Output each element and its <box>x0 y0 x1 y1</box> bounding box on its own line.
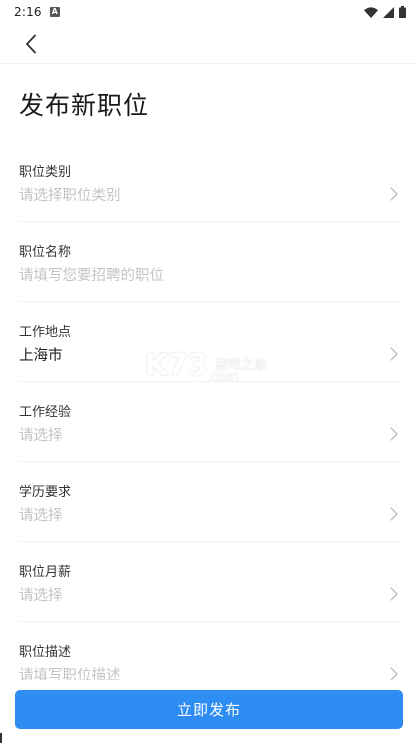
row-label: 职位名称 <box>19 245 72 260</box>
row-work-experience[interactable]: 工作经验 请选择 <box>19 382 399 462</box>
signal-icon <box>383 6 394 18</box>
row-label: 学历要求 <box>19 485 72 500</box>
battery-icon <box>399 6 406 18</box>
chevron-right-icon <box>390 347 398 361</box>
job-title-input[interactable]: 请填写您要招聘的职位 <box>19 264 164 285</box>
row-value: 上海市 <box>19 348 63 364</box>
row-education[interactable]: 学历要求 请选择 <box>19 462 399 542</box>
chevron-right-icon <box>390 427 398 441</box>
chevron-left-icon <box>26 34 36 54</box>
row-value: 请选择 <box>19 428 63 444</box>
row-monthly-salary[interactable]: 职位月薪 请选择 <box>19 542 399 622</box>
wifi-icon <box>364 6 378 18</box>
top-bar <box>0 24 418 64</box>
row-label: 职位描述 <box>19 645 72 660</box>
row-job-title[interactable]: 职位名称 请填写您要招聘的职位 <box>19 222 399 302</box>
row-value: 请选择 <box>19 508 63 524</box>
publish-button[interactable]: 立即发布 <box>15 690 403 729</box>
chevron-right-icon <box>390 587 398 601</box>
row-label: 职位月薪 <box>19 565 72 580</box>
bottom-bar: 立即发布 <box>0 680 418 743</box>
row-work-location[interactable]: 工作地点 上海市 <box>19 302 399 382</box>
job-form: 职位类别 请选择职位类别 职位名称 请填写您要招聘的职位 工作地点 上海市 工作… <box>0 142 418 702</box>
screen: 2:16 A 发布新职位 职位类别 请选择职位类别 职位名称 请填写您要招聘的职… <box>0 0 418 743</box>
row-label: 职位类别 <box>19 165 72 180</box>
status-time: 2:16 <box>14 5 42 19</box>
row-value: 请选择职位类别 <box>19 188 121 204</box>
row-label: 工作地点 <box>19 325 72 340</box>
chevron-right-icon <box>390 507 398 521</box>
corner-mark <box>0 733 2 743</box>
back-button[interactable] <box>16 30 46 58</box>
row-value: 请选择 <box>19 588 63 604</box>
row-label: 工作经验 <box>19 405 72 420</box>
a-letter-icon: A <box>49 7 60 17</box>
status-icons <box>364 6 406 18</box>
chevron-right-icon <box>390 187 398 201</box>
row-job-category[interactable]: 职位类别 请选择职位类别 <box>19 142 399 222</box>
status-bar: 2:16 A <box>0 0 418 24</box>
page-title: 发布新职位 <box>19 91 150 120</box>
